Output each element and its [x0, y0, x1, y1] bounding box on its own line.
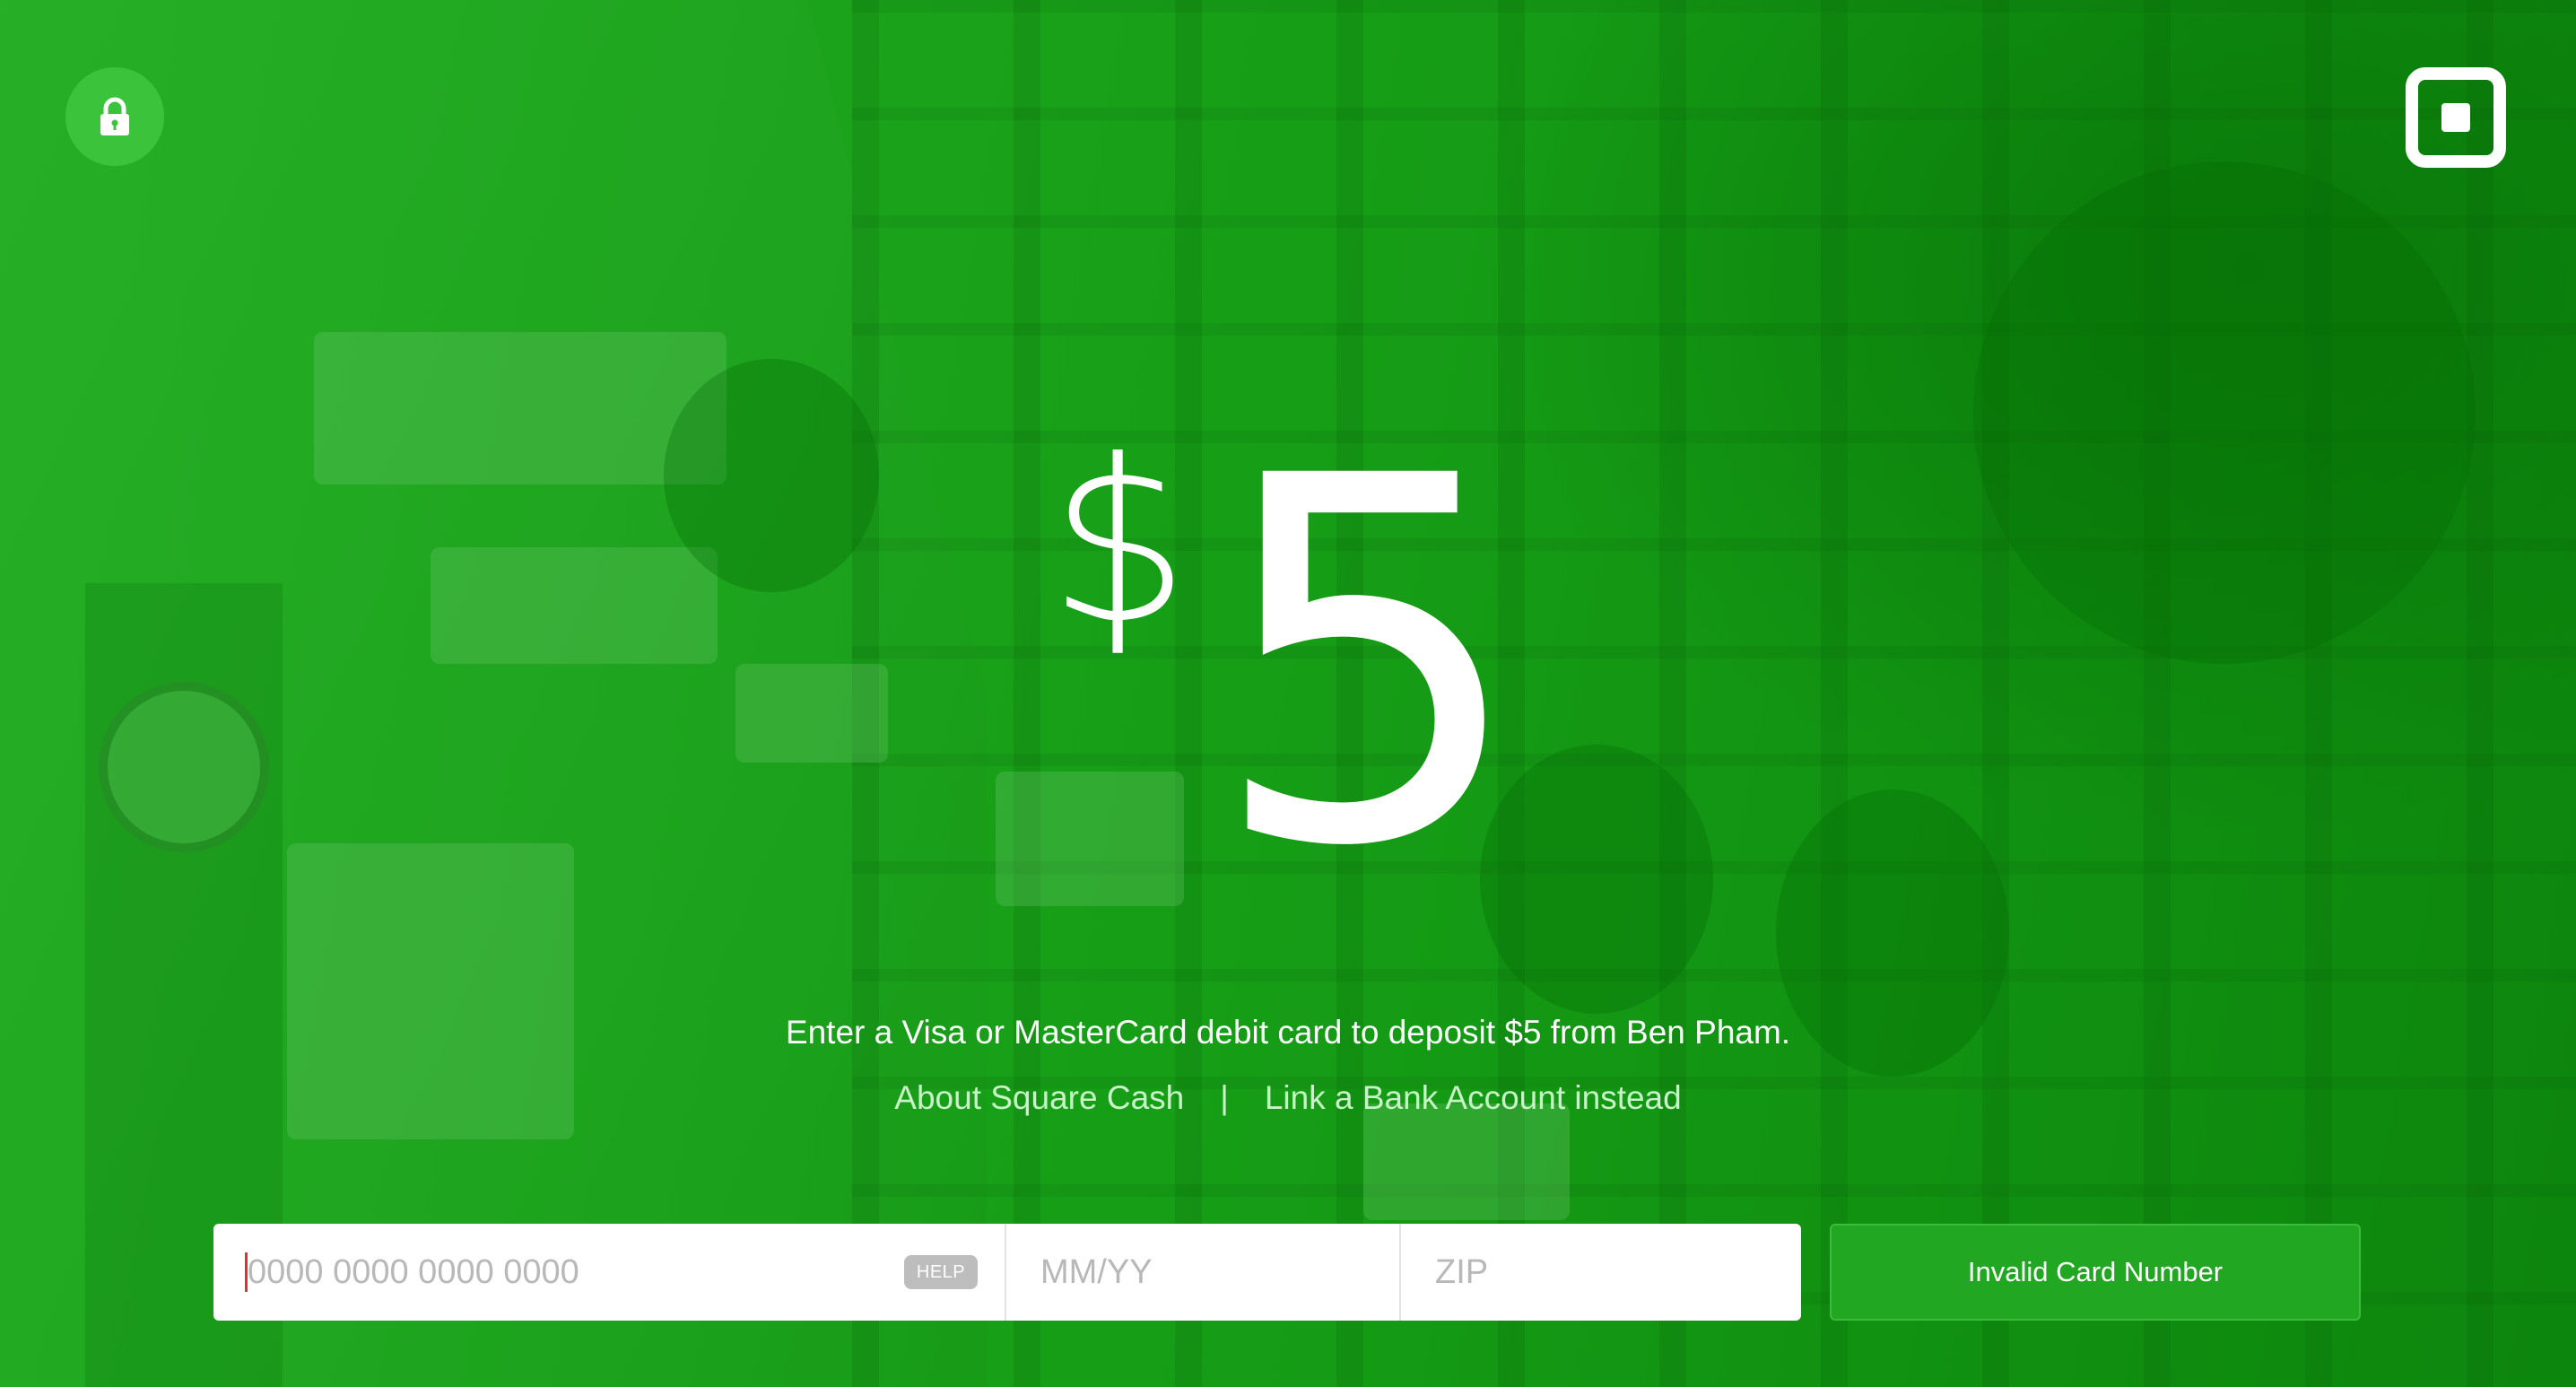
currency-symbol: $ — [1048, 412, 1191, 673]
text-caret — [245, 1252, 248, 1292]
about-square-cash-link[interactable]: About Square Cash — [894, 1079, 1184, 1117]
square-logo-icon[interactable] — [2406, 67, 2506, 168]
lock-icon — [100, 97, 129, 135]
zip-field — [1401, 1224, 1801, 1321]
card-number-input[interactable] — [246, 1224, 895, 1321]
submit-card-button[interactable]: Invalid Card Number — [1830, 1224, 2361, 1321]
payment-amount: $ 5 — [0, 413, 2576, 915]
square-logo-inner — [2441, 103, 2470, 132]
deposit-instructions: Enter a Visa or MasterCard debit card to… — [785, 1014, 1791, 1051]
card-entry-form: HELP — [213, 1224, 1801, 1321]
link-separator: | — [1220, 1079, 1229, 1116]
secure-lock-badge — [65, 67, 164, 166]
link-bank-account-link[interactable]: Link a Bank Account instead — [1265, 1079, 1682, 1117]
help-button[interactable]: HELP — [904, 1255, 978, 1289]
card-number-field: HELP — [213, 1224, 1006, 1321]
help-links: About Square Cash | Link a Bank Account … — [0, 1079, 2576, 1117]
amount-value: 5 — [1208, 371, 1528, 956]
zip-input[interactable] — [1433, 1224, 1801, 1321]
expiry-field — [1006, 1224, 1401, 1321]
expiry-input[interactable] — [1039, 1224, 1399, 1321]
